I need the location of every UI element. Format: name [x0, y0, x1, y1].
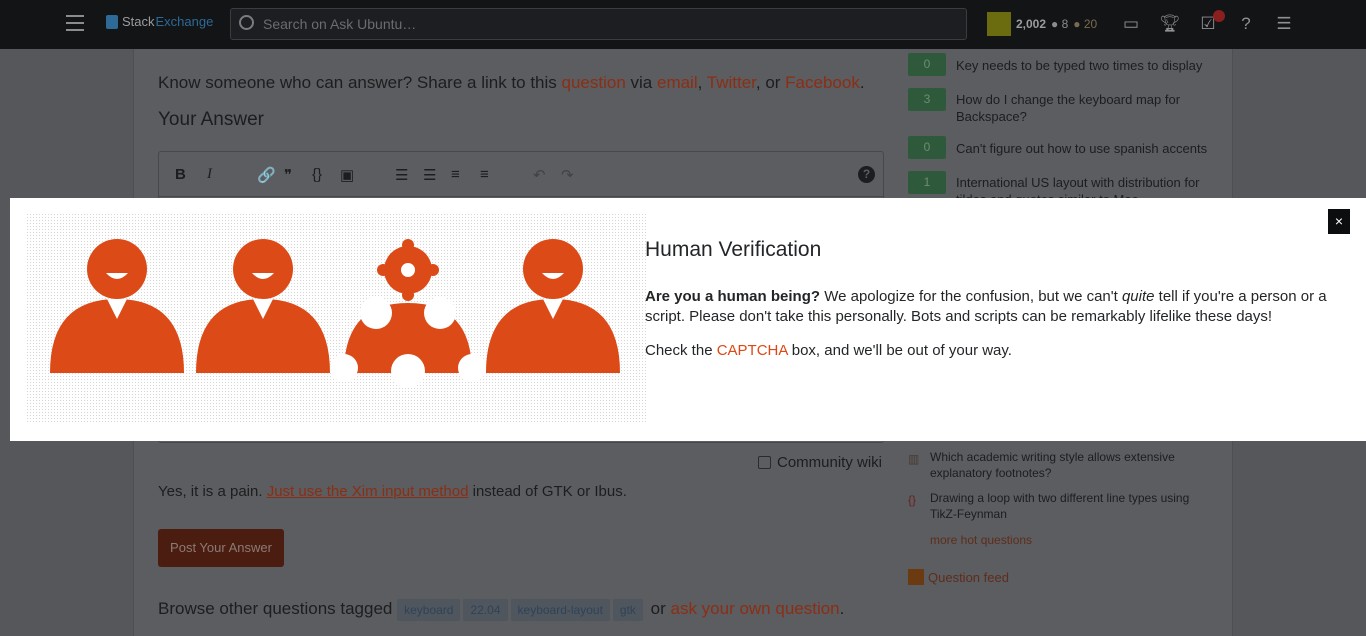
- community-wiki-label: Community wiki: [777, 454, 883, 471]
- inbox-icon[interactable]: ▭: [1121, 14, 1141, 34]
- ask-question-link[interactable]: ask your own question: [670, 599, 839, 618]
- image-button[interactable]: ▣: [340, 166, 354, 184]
- tag[interactable]: gtk: [612, 599, 643, 621]
- post-answer-button[interactable]: Post Your Answer: [158, 529, 284, 567]
- search-placeholder: Search on Ask Ubuntu…: [263, 16, 417, 32]
- question-title[interactable]: Can't figure out how to use spanish acce…: [956, 140, 1207, 157]
- silver-badges: ● 8: [1051, 17, 1069, 31]
- heading-button[interactable]: ≡: [451, 166, 460, 183]
- vote-count: 0: [908, 136, 946, 159]
- ordered-list-button[interactable]: ☰: [395, 166, 408, 184]
- editor-toolbar: B I 🔗 ❞ {} ▣ ☰ ☰ ≡ ≡ ↶ ↷ ?: [159, 152, 883, 197]
- code-button[interactable]: {}: [312, 166, 322, 183]
- share-twitter-link[interactable]: Twitter: [707, 73, 756, 92]
- share-facebook-link[interactable]: Facebook: [785, 73, 860, 92]
- trophy-icon[interactable]: 🏆︎: [1159, 14, 1181, 34]
- community-wiki-checkbox[interactable]: [758, 456, 771, 469]
- people-and-gear-illustration: [50, 239, 620, 388]
- share-question-link[interactable]: question: [562, 73, 626, 92]
- search-icon: [239, 15, 254, 30]
- browse-tags: Browse other questions tagged keyboard 22…: [158, 599, 844, 621]
- share-text: Know someone who can answer? Share a lin…: [158, 73, 865, 92]
- bold-button[interactable]: B: [175, 166, 186, 183]
- bronze-badges: ● 20: [1073, 17, 1098, 31]
- logo-stack: Stack: [122, 14, 155, 29]
- human-verification-modal: × Human Verification Are you a human bei…: [10, 198, 1366, 441]
- site-switcher-icon[interactable]: ☰: [1274, 14, 1294, 34]
- bulleted-list-button[interactable]: ☰: [423, 166, 436, 184]
- reputation: 2,002: [1016, 17, 1047, 31]
- top-bar: Stack Exchange Search on Ask Ubuntu… 2,00…: [0, 0, 1366, 49]
- tag[interactable]: keyboard: [397, 599, 461, 621]
- help-icon[interactable]: ?: [1236, 14, 1256, 34]
- modal-instruction: Check the CAPTCHA box, and we'll be out …: [645, 342, 1012, 359]
- more-hot-questions-link[interactable]: more hot questions: [930, 532, 1230, 548]
- captcha-link[interactable]: CAPTCHA: [717, 342, 788, 359]
- notification-badge: [1213, 10, 1225, 22]
- stackexchange-logo[interactable]: Stack Exchange: [106, 14, 213, 29]
- help-button[interactable]: ?: [858, 166, 875, 183]
- logo-exchange: Exchange: [155, 14, 214, 29]
- answer-preview: Yes, it is a pain. Just use the Xim inpu…: [158, 483, 627, 500]
- verification-illustration: [26, 213, 646, 423]
- your-answer-heading: Your Answer: [158, 109, 264, 130]
- undo-button[interactable]: ↶: [533, 166, 546, 184]
- close-button[interactable]: ×: [1328, 209, 1350, 234]
- vote-count: 0: [908, 53, 946, 76]
- horizontal-rule-button[interactable]: ≡: [480, 166, 489, 183]
- vote-count: 1: [908, 171, 946, 194]
- modal-title: Human Verification: [645, 238, 822, 261]
- academia-site-icon: ▥: [908, 452, 920, 466]
- tex-site-icon: {}: [908, 493, 917, 507]
- xim-link[interactable]: Just use the Xim input method: [267, 483, 469, 500]
- search-input[interactable]: Search on Ask Ubuntu…: [230, 8, 967, 40]
- question-feed-link[interactable]: Question feed: [908, 569, 1208, 585]
- share-email-link[interactable]: email: [657, 73, 698, 92]
- link-button[interactable]: 🔗: [257, 166, 276, 184]
- question-title[interactable]: Drawing a loop with two different line t…: [930, 490, 1200, 522]
- blockquote-button[interactable]: ❞: [284, 166, 292, 184]
- user-profile[interactable]: 2,002 ● 8 ● 20: [987, 12, 1097, 36]
- modal-description: Are you a human being? We apologize for …: [645, 288, 1327, 325]
- vote-count: 3: [908, 88, 946, 111]
- redo-button[interactable]: ↷: [561, 166, 574, 184]
- menu-icon[interactable]: [66, 15, 84, 31]
- question-title[interactable]: Which academic writing style allows exte…: [930, 449, 1190, 481]
- rss-icon: [908, 569, 924, 585]
- tag[interactable]: 22.04: [463, 599, 508, 621]
- italic-button[interactable]: I: [207, 166, 212, 183]
- tag[interactable]: keyboard-layout: [510, 599, 610, 621]
- question-title[interactable]: Key needs to be typed two times to displ…: [956, 57, 1202, 74]
- avatar: [987, 12, 1011, 36]
- question-title[interactable]: How do I change the keyboard map for Bac…: [956, 91, 1206, 125]
